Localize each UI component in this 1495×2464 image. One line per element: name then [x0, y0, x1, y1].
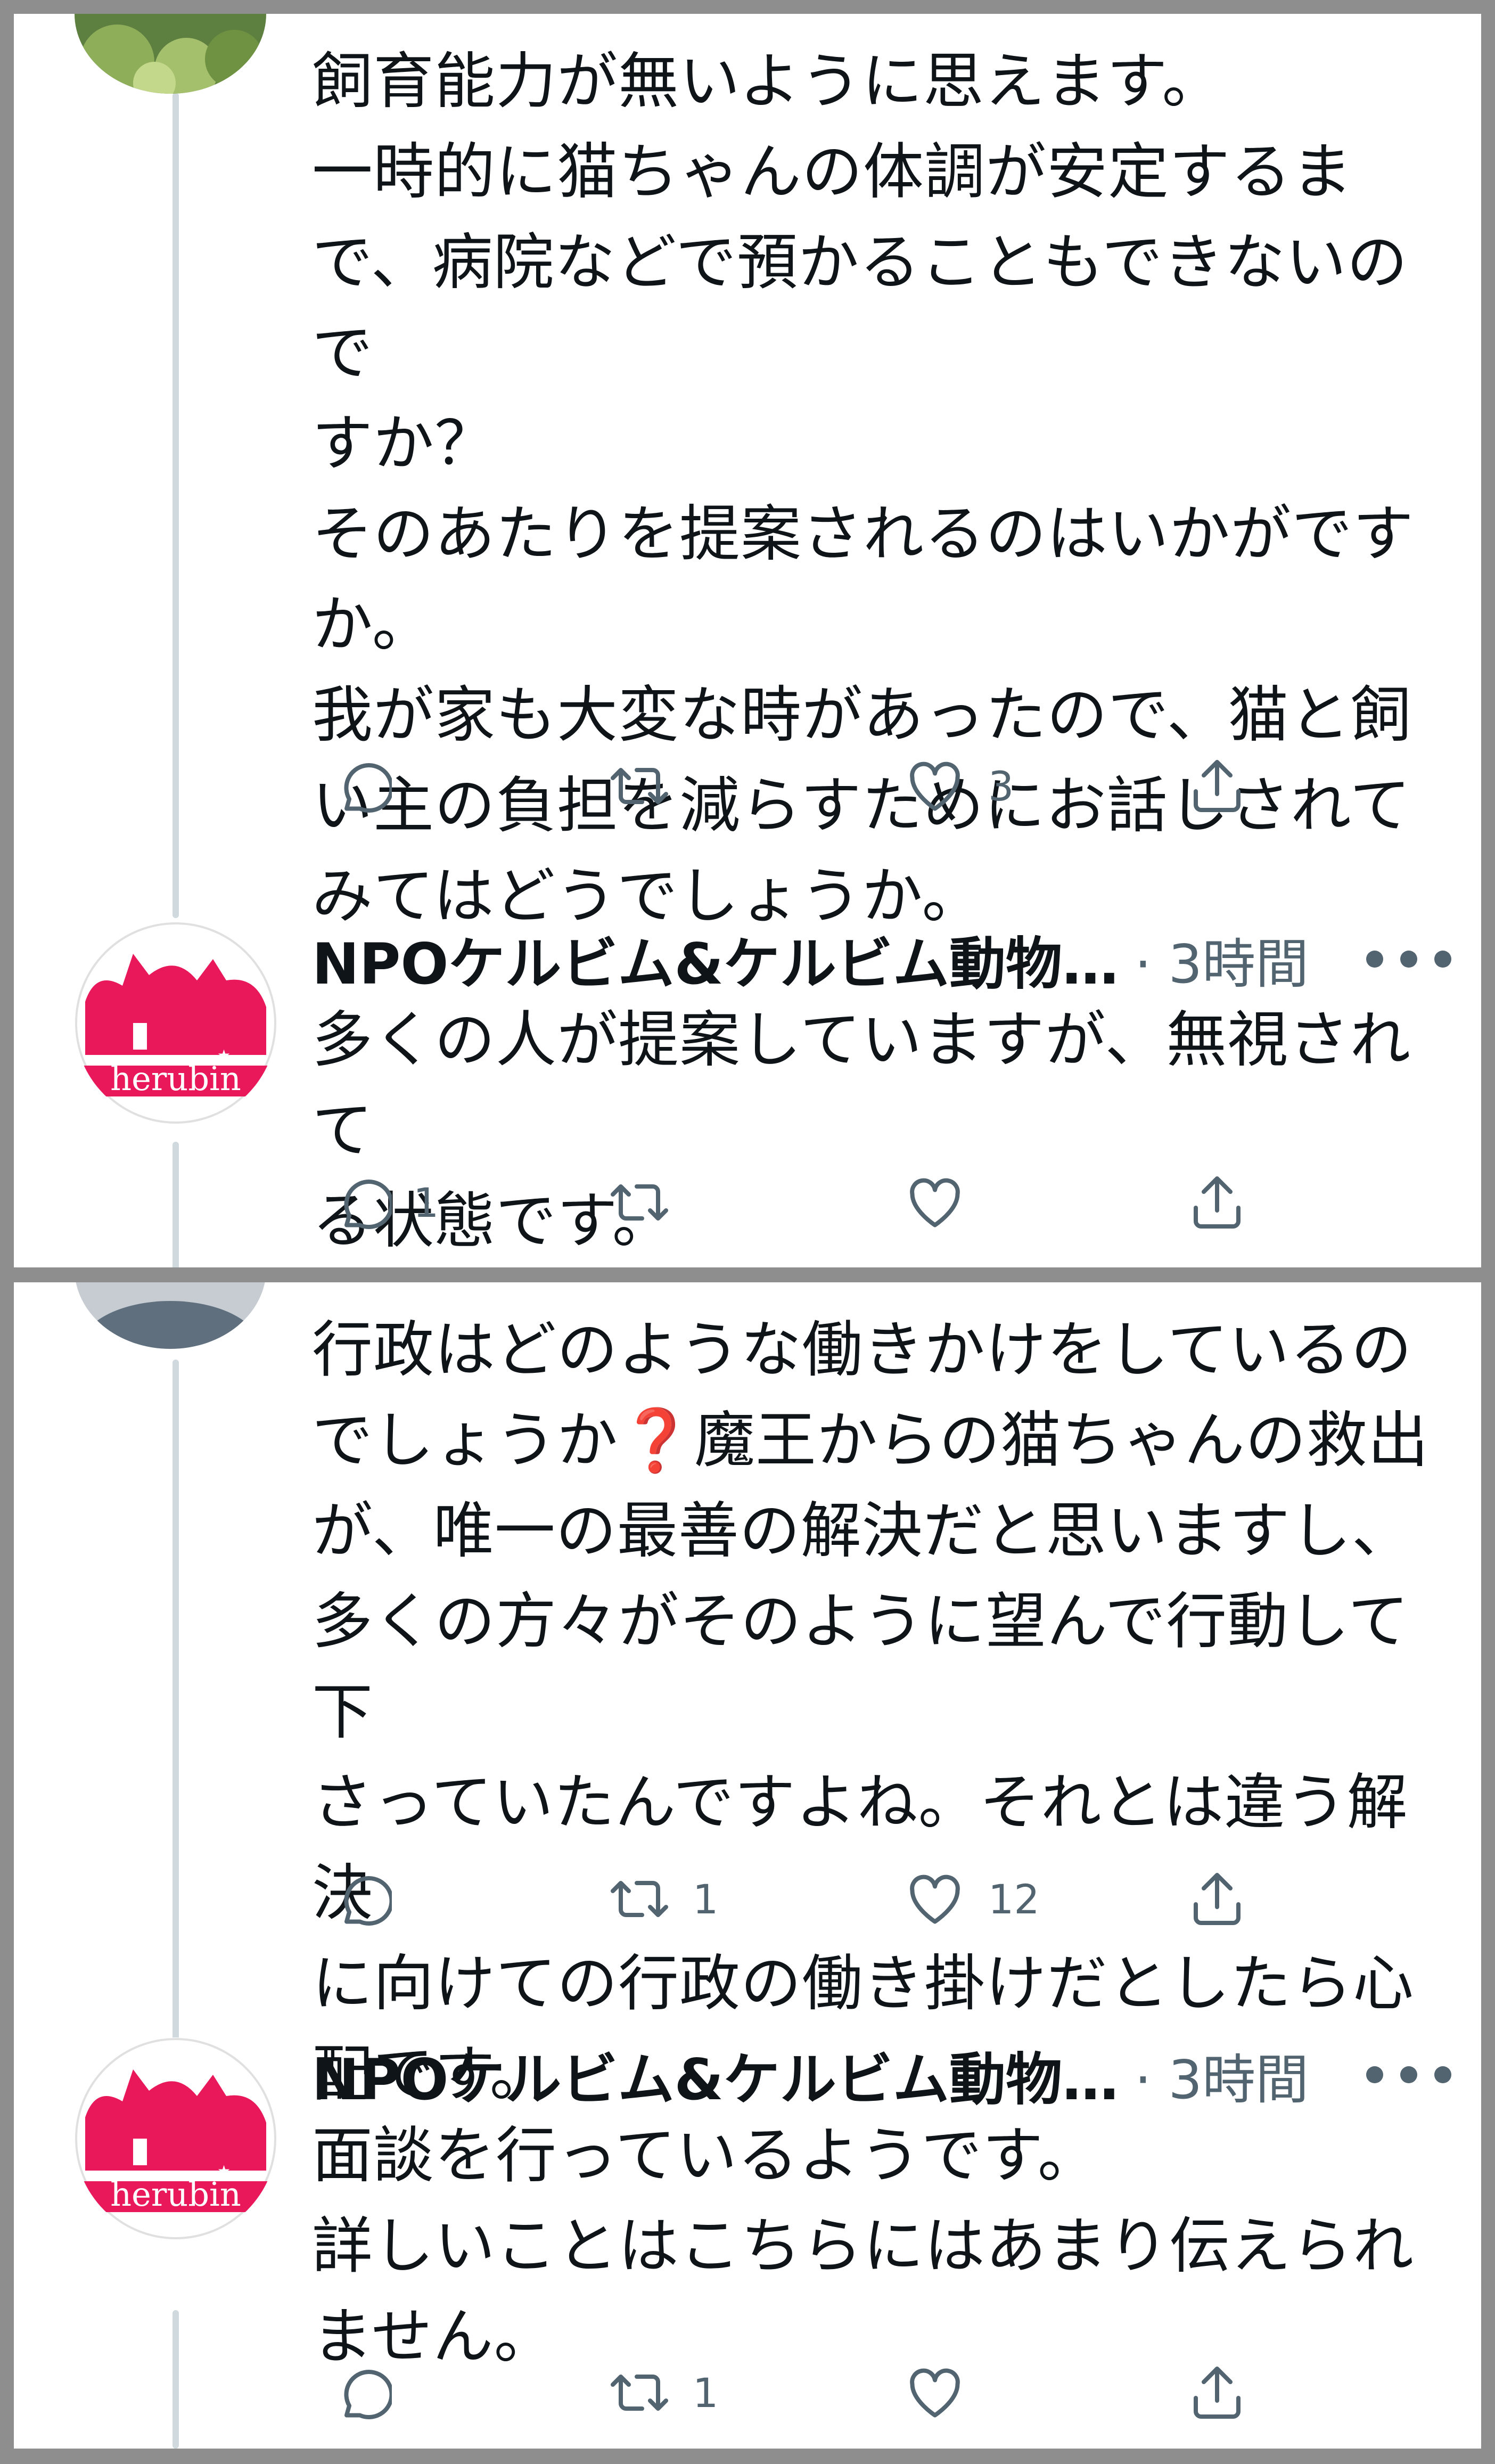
retweet-icon [611, 1881, 668, 1917]
like-icon [910, 2368, 960, 2418]
tweet-timestamp[interactable]: · 3時間 [1135, 2036, 1309, 2114]
reply-count: 1 [413, 1178, 439, 1226]
tweet-header: NPOケルビム&ケルビム動物… · 3時間 [312, 2035, 1473, 2115]
svg-text:★: ★ [217, 1046, 231, 1064]
reply-icon [344, 1180, 392, 1230]
reply-icon [344, 1876, 392, 1926]
author-avatar[interactable]: herubin ★ [75, 2037, 277, 2240]
retweet-count: 1 [693, 1875, 719, 1923]
reply-button[interactable] [328, 2350, 413, 2435]
svg-text:★: ★ [217, 2162, 231, 2180]
retweet-button[interactable]: 1 [607, 1856, 718, 1942]
share-icon [1194, 760, 1241, 812]
reply-button[interactable] [328, 743, 413, 829]
like-button[interactable] [903, 1160, 988, 1245]
thread-line [172, 93, 179, 918]
user-avatar[interactable] [75, 1282, 266, 1349]
share-icon [1194, 2367, 1241, 2419]
avatar-logo-text: herubin [110, 2175, 241, 2214]
tweet-actions: 1 [312, 1160, 1462, 1245]
share-icon [1194, 1176, 1241, 1229]
like-button[interactable]: 12 [903, 1856, 1040, 1942]
tweet-actions: 3 [312, 743, 1462, 829]
like-button[interactable] [903, 2350, 988, 2435]
tweet-actions: 1 12 [312, 1856, 1462, 1942]
tweet-timestamp[interactable]: · 3時間 [1135, 921, 1309, 998]
reply-button[interactable]: 1 [328, 1160, 439, 1245]
screenshot-panel-2: 行政はどのような働きかけをしているの でしょうか❓魔王からの猫ちゃんの救出 が、… [14, 1282, 1481, 2449]
like-icon [910, 762, 960, 811]
author-avatar[interactable]: herubin ★ [75, 922, 277, 1124]
retweet-button[interactable] [607, 1160, 693, 1245]
like-icon [910, 1874, 960, 1924]
share-button[interactable] [1185, 743, 1249, 829]
screenshot-panel-1: 飼育能力が無いように思えます。 一時的に猫ちゃんの体調が安定するま で、病院など… [14, 14, 1481, 1267]
user-avatar[interactable] [75, 14, 266, 94]
more-icon[interactable] [1356, 2064, 1462, 2085]
share-icon [1194, 1873, 1241, 1925]
like-icon [910, 1178, 960, 1227]
share-button[interactable] [1185, 1856, 1249, 1942]
retweet-icon [611, 768, 668, 804]
reply-button[interactable] [328, 1856, 413, 1942]
retweet-icon [611, 1184, 668, 1221]
like-count: 3 [988, 762, 1014, 810]
like-button[interactable]: 3 [903, 743, 1014, 829]
like-count: 12 [988, 1875, 1040, 1923]
retweet-icon [611, 2375, 668, 2411]
share-button[interactable] [1185, 1160, 1249, 1245]
thread-line [172, 1142, 179, 1267]
thread-line [172, 2310, 179, 2449]
retweet-count: 1 [693, 2369, 719, 2417]
more-icon[interactable] [1356, 948, 1462, 970]
reply-icon [344, 2370, 392, 2420]
tweet-actions: 1 [312, 2350, 1462, 2435]
tweet-text: 面談を行っているようです。 詳しいことはこちらにはあまり伝えられ ません。 [312, 2120, 1415, 2372]
tweet-text: 行政はどのような働きかけをしているの でしょうか❓魔王からの猫ちゃんの救出 が、… [312, 1314, 1429, 2109]
retweet-button[interactable]: 1 [607, 2350, 718, 2435]
share-button[interactable] [1185, 2350, 1249, 2435]
reply-icon [344, 763, 392, 813]
retweet-button[interactable] [607, 743, 693, 829]
author-name[interactable]: NPOケルビム&ケルビム動物… [312, 2034, 1119, 2116]
avatar-logo-text: herubin [110, 1059, 241, 1098]
tweet-header: NPOケルビム&ケルビム動物… · 3時間 [312, 919, 1473, 999]
author-name[interactable]: NPOケルビム&ケルビム動物… [312, 918, 1119, 1000]
